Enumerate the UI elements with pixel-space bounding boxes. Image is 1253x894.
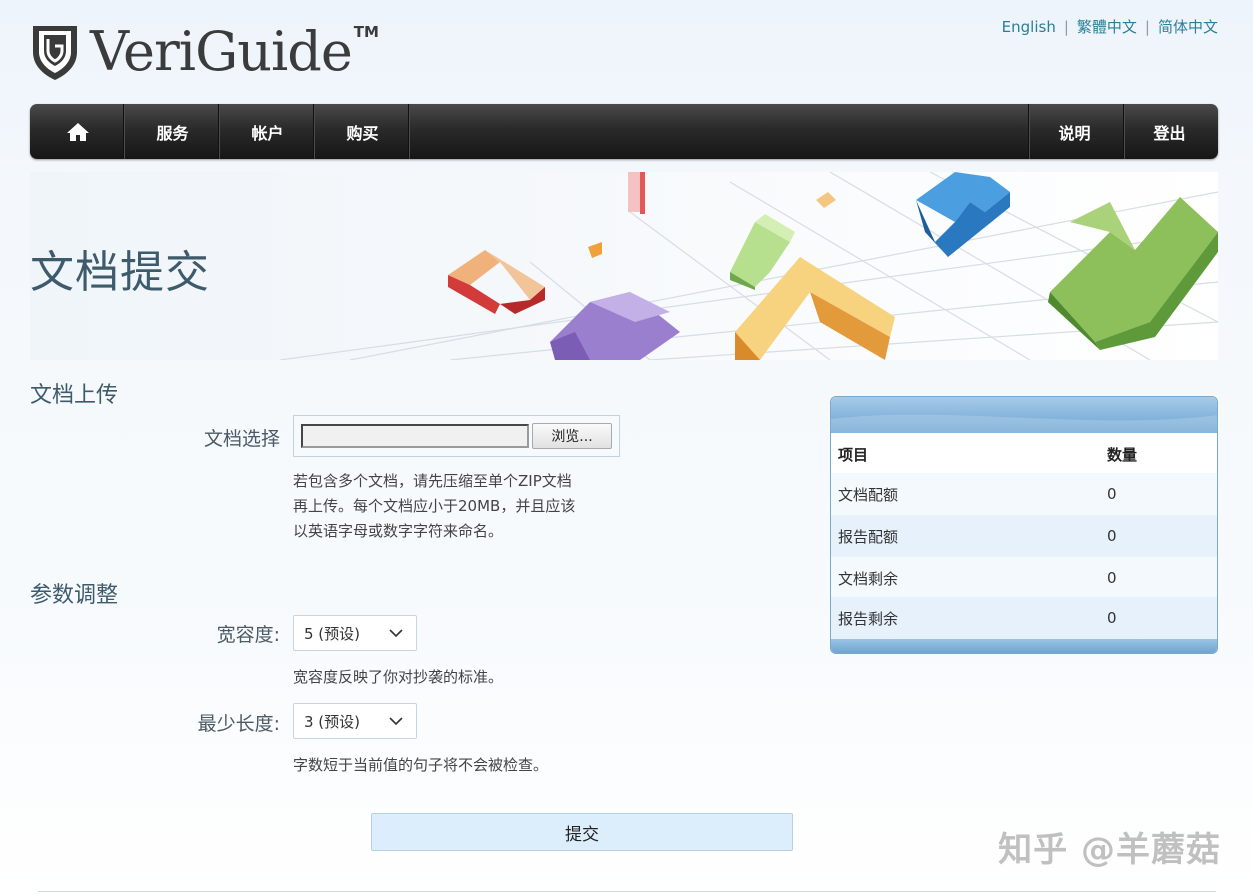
trademark: TM (353, 23, 379, 41)
upload-hint: 若包含多个文档，请先压缩至单个ZIP文档 再上传。每个文档应小于20MB，并且应… (293, 469, 575, 544)
quota-count: 0 (1107, 527, 1117, 545)
lang-simplified-link[interactable]: 简体中文 (1158, 16, 1218, 37)
lang-english-link[interactable]: English (1002, 18, 1056, 36)
quota-item: 报告剩余 (838, 609, 899, 628)
brand-logo[interactable]: VeriGuide TM (30, 20, 400, 84)
page-title: 文档提交 (30, 247, 210, 298)
chevron-down-icon (389, 717, 403, 726)
quota-item: 文档剩余 (838, 569, 899, 588)
min-length-hint: 字数短于当前值的句子将不会被检查。 (293, 756, 549, 774)
quota-table-header-bar (831, 397, 1217, 436)
quota-table: 项目 数量 文档配额 0 报告配额 0 文档剩余 0 报告剩余 0 (830, 396, 1218, 654)
quota-col-item: 项目 (838, 445, 869, 464)
min-length-select[interactable]: 3 (预设) (293, 703, 417, 739)
main-nav: 服务 帐户 购买 说明 登出 (30, 104, 1218, 159)
nav-services[interactable]: 服务 (125, 104, 220, 159)
table-row: 报告配额 0 (831, 515, 1217, 557)
lang-traditional-link[interactable]: 繁體中文 (1077, 16, 1137, 37)
tolerance-select[interactable]: 5 (预设) (293, 615, 417, 651)
table-row: 报告剩余 0 (831, 597, 1217, 639)
table-row: 文档配额 0 (831, 473, 1217, 515)
nav-home[interactable] (30, 104, 125, 159)
home-icon (66, 122, 89, 141)
divider (38, 891, 1216, 892)
quota-item: 文档配额 (838, 485, 899, 504)
quota-table-footer-bar (831, 639, 1217, 653)
submit-button[interactable]: 提交 (371, 813, 793, 851)
nav-purchase[interactable]: 购买 (315, 104, 410, 159)
nav-account[interactable]: 帐户 (220, 104, 315, 159)
file-label: 文档选择 (203, 428, 280, 450)
quota-header-row: 项目 数量 (831, 433, 1217, 475)
file-chooser: 浏览... (293, 415, 620, 457)
quota-col-count: 数量 (1107, 445, 1138, 464)
chevron-down-icon (389, 629, 403, 638)
tolerance-value: 5 (预设) (304, 624, 361, 643)
separator: | (1063, 17, 1069, 36)
language-switcher: English | 繁體中文 | 简体中文 (1002, 16, 1218, 37)
upload-hint-line: 以英语字母或数字字符来命名。 (293, 522, 504, 540)
brand-name: VeriGuide (90, 20, 353, 83)
quota-count: 0 (1107, 609, 1117, 627)
table-row: 文档剩余 0 (831, 557, 1217, 599)
upload-hint-line: 再上传。每个文档应小于20MB，并且应该 (293, 497, 576, 515)
watermark: 知乎 @羊蘑菇 (998, 830, 1221, 870)
min-length-value: 3 (预设) (304, 712, 361, 731)
quota-count: 0 (1107, 569, 1117, 587)
upload-heading: 文档上传 (30, 383, 119, 408)
browse-button[interactable]: 浏览... (532, 423, 612, 449)
params-heading: 参数调整 (30, 583, 119, 608)
nav-logout[interactable]: 登出 (1122, 104, 1217, 159)
shield-logo-icon (33, 26, 77, 80)
upload-hint-line: 若包含多个文档，请先压缩至单个ZIP文档 (293, 472, 572, 490)
nav-help[interactable]: 说明 (1027, 104, 1122, 159)
quota-item: 报告配额 (838, 527, 899, 546)
blue-block (916, 172, 1010, 257)
tolerance-hint: 宽容度反映了你对抄袭的标准。 (293, 668, 504, 686)
red-block (448, 250, 545, 314)
file-path-field[interactable] (301, 424, 529, 448)
tolerance-label: 宽容度: (216, 624, 280, 646)
purple-block (550, 292, 680, 360)
quota-count: 0 (1107, 485, 1117, 503)
min-length-label: 最少长度: (197, 713, 280, 735)
separator: | (1144, 17, 1150, 36)
